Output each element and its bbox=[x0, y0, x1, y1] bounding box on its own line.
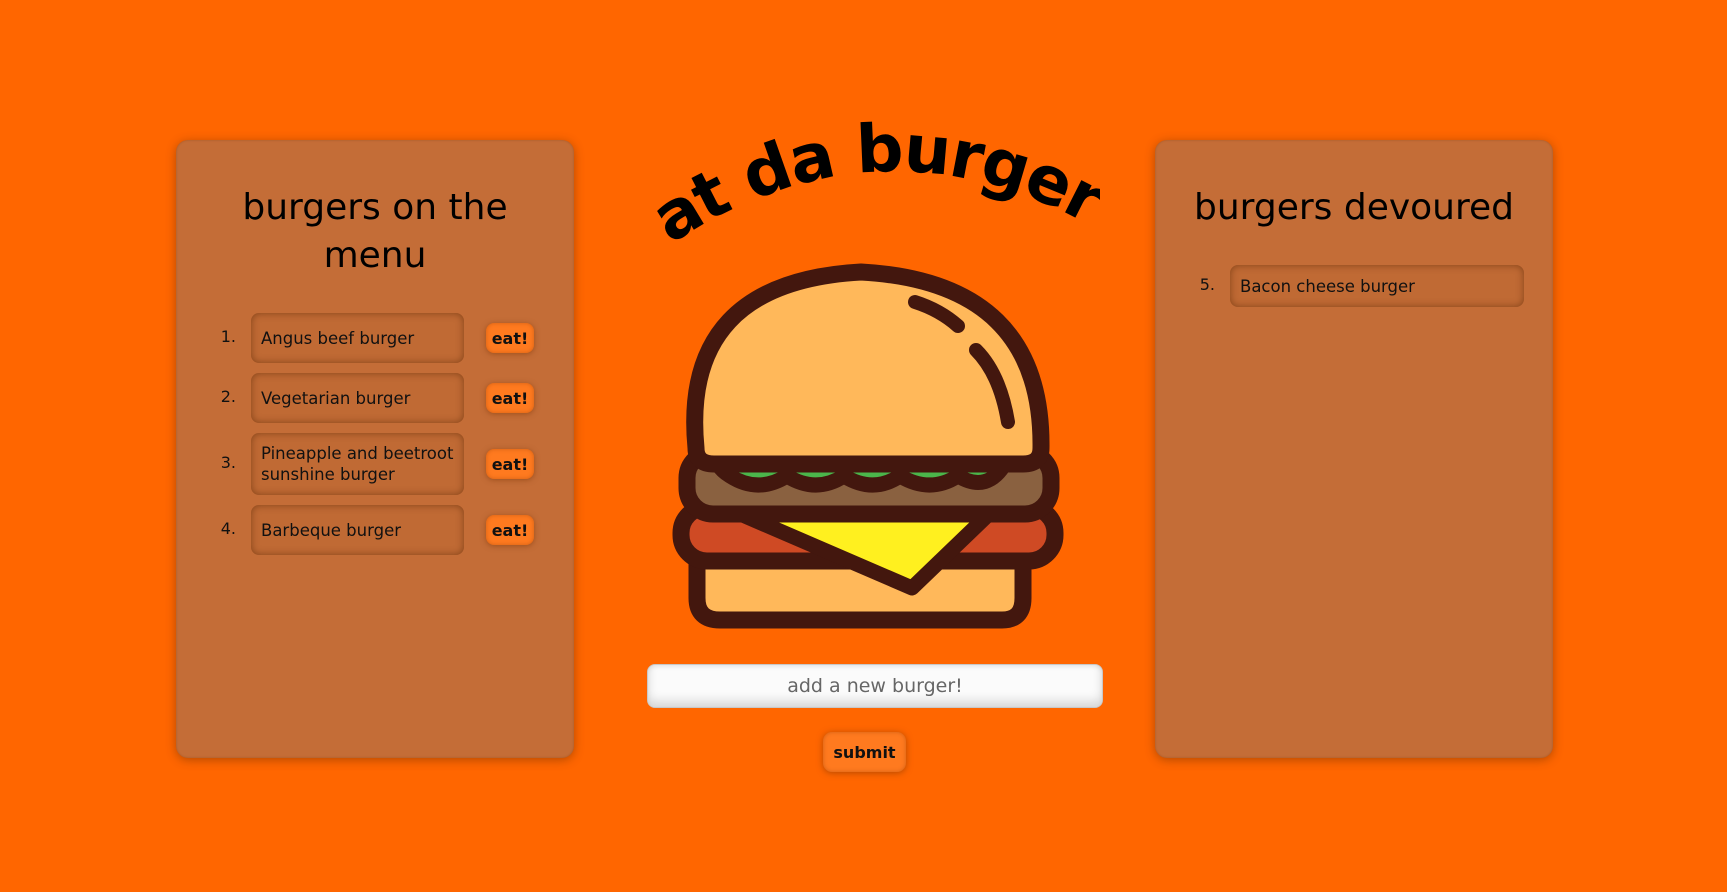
menu-item-name: Barbeque burger bbox=[251, 505, 464, 555]
site-title: eat da burger! bbox=[640, 120, 1100, 258]
site-title-text: eat da burger! bbox=[640, 120, 1100, 258]
devoured-item: 5. Bacon cheese burger bbox=[1185, 265, 1525, 307]
svg-text:eat da burger!: eat da burger! bbox=[640, 120, 1100, 258]
new-burger-input[interactable] bbox=[647, 664, 1103, 708]
eat-button[interactable]: eat! bbox=[486, 449, 534, 479]
menu-item: 2. Vegetarian burger eat! bbox=[206, 373, 546, 423]
menu-heading: burgers on the menu bbox=[242, 187, 508, 276]
menu-item-number: 2. bbox=[220, 387, 236, 406]
devoured-item-name: Bacon cheese burger bbox=[1230, 265, 1524, 307]
menu-item-name: Angus beef burger bbox=[251, 313, 464, 363]
eat-button[interactable]: eat! bbox=[486, 323, 534, 353]
burger-icon bbox=[672, 263, 1064, 629]
eat-button[interactable]: eat! bbox=[486, 383, 534, 413]
menu-item-number: 3. bbox=[220, 453, 236, 472]
menu-item: 1. Angus beef burger eat! bbox=[206, 313, 546, 363]
menu-item-number: 4. bbox=[220, 519, 236, 538]
submit-button[interactable]: submit bbox=[823, 732, 906, 772]
devoured-heading: burgers devoured bbox=[1194, 187, 1514, 228]
menu-item: 3. Pineapple and beetroot sunshine burge… bbox=[206, 433, 546, 495]
page: burgers on the menu 1. Angus beef burger… bbox=[0, 0, 1727, 892]
eat-button[interactable]: eat! bbox=[486, 515, 534, 545]
menu-panel: burgers on the menu 1. Angus beef burger… bbox=[176, 140, 574, 758]
menu-item-name: Vegetarian burger bbox=[251, 373, 464, 423]
devoured-panel: burgers devoured 5. Bacon cheese burger bbox=[1155, 140, 1553, 758]
menu-item: 4. Barbeque burger eat! bbox=[206, 505, 546, 555]
menu-item-number: 1. bbox=[220, 327, 236, 346]
menu-item-name: Pineapple and beetroot sunshine burger bbox=[251, 433, 464, 495]
devoured-item-number: 5. bbox=[1199, 275, 1215, 294]
